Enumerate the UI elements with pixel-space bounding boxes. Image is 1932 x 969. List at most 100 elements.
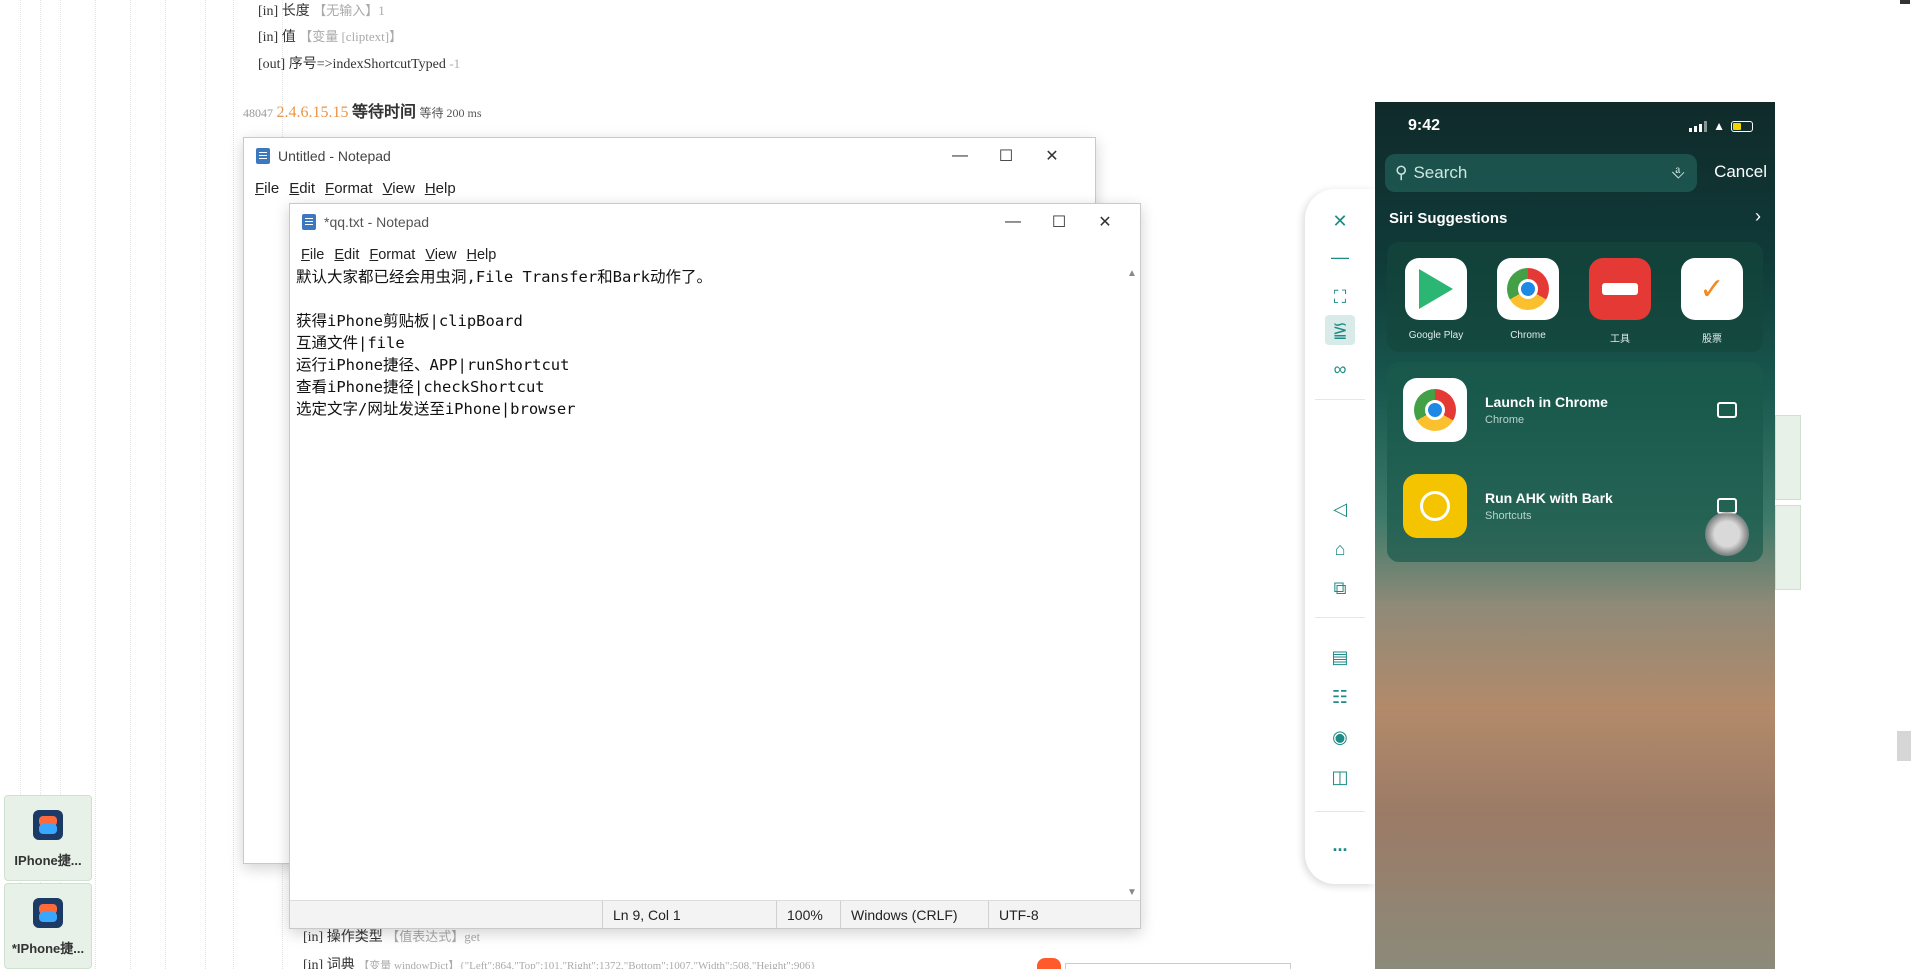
text-area[interactable]: 默认大家都已经会用虫洞,File Transfer和Bark动作了。 获得iPh…: [296, 266, 712, 420]
menu-edit[interactable]: Edit: [289, 180, 315, 197]
close-button[interactable]: ✕: [1029, 138, 1075, 174]
side-panel: [1775, 505, 1801, 590]
red-app[interactable]: [1589, 258, 1651, 320]
back-icon[interactable]: ◁: [1328, 497, 1352, 521]
close-icon[interactable]: ✕: [1328, 209, 1352, 233]
shortcut-action-icon[interactable]: [1717, 402, 1737, 418]
param-hint: 【值表达式】get: [386, 929, 481, 944]
suggestion-row[interactable]: Run AHK with Bark Shortcuts: [1403, 472, 1753, 540]
menu-file[interactable]: File: [255, 180, 279, 197]
menu-help[interactable]: Help: [467, 247, 497, 263]
menu-file[interactable]: File: [301, 247, 324, 263]
zoom-level: 100%: [776, 901, 840, 928]
step-line[interactable]: 48047 2.4.6.15.15 等待时间 等待 200 ms: [243, 98, 482, 122]
step-detail: 等待 200 ms: [419, 106, 482, 120]
mirror-toolbar: ✕ — ⛶ ⪠ ∞ ◁ ⌂ ⧉ ▤ ☷ ◉ ◫ ...: [1305, 189, 1375, 884]
taskbar-tile-iphone-shortcut-modified[interactable]: *IPhone捷...: [4, 883, 92, 969]
battery-icon: [1731, 120, 1753, 132]
maximize-button[interactable]: ☐: [983, 138, 1029, 174]
status-time: 9:42: [1408, 117, 1441, 134]
play-store-app[interactable]: [1405, 258, 1467, 320]
chart-app[interactable]: ✓: [1681, 258, 1743, 320]
more-icon[interactable]: ...: [1328, 833, 1352, 857]
param-tag: [in]: [258, 4, 279, 19]
cancel-button[interactable]: Cancel: [1714, 162, 1767, 182]
vertical-scrollbar[interactable]: ▲ ▼: [1124, 266, 1140, 900]
chart-icon: ✓: [1699, 272, 1725, 306]
suggestion-subtitle: Chrome: [1485, 414, 1525, 426]
chrome-icon: [1507, 268, 1549, 310]
menu-help[interactable]: Help: [425, 180, 456, 197]
editor-line[interactable]: [out] 序号=>indexShortcutTyped -1: [258, 53, 460, 73]
param-hint: 【变量 windowDict】{"Left":864,"Top":101,"Ri…: [358, 960, 816, 969]
folder-icon[interactable]: ◫: [1328, 765, 1352, 789]
cursor-position: Ln 9, Col 1: [602, 901, 776, 928]
app-label: 工具: [1610, 334, 1630, 345]
link-icon[interactable]: ∞: [1328, 357, 1352, 381]
menu-bar: File Edit Format View Help: [244, 175, 1095, 201]
menu-format[interactable]: Format: [325, 180, 373, 197]
window-title: Untitled - Notepad: [278, 148, 391, 164]
param-hint: 【变量 [cliptext]】: [299, 29, 403, 44]
taskbar-tile-iphone-shortcut[interactable]: IPhone捷...: [4, 795, 92, 881]
camera-icon[interactable]: ◉: [1328, 725, 1352, 749]
recent-apps-icon[interactable]: ⧉: [1328, 576, 1352, 600]
red-app-icon: [1602, 283, 1638, 295]
notepad-icon: [302, 214, 316, 230]
input-field[interactable]: [1065, 963, 1291, 969]
indent-guide: [205, 0, 206, 969]
suggestion-row[interactable]: Launch in Chrome Chrome: [1403, 376, 1753, 444]
toolbar-divider: [1315, 617, 1365, 618]
maximize-button[interactable]: ☐: [1036, 204, 1082, 240]
step-title: 等待时间: [352, 104, 417, 121]
chrome-app[interactable]: [1497, 258, 1559, 320]
scroll-up-icon[interactable]: ▲: [1127, 268, 1137, 279]
step-index: 2.4.6.15.15: [276, 104, 349, 121]
status-icons: ▲: [1689, 119, 1753, 133]
phone-search-field[interactable]: ⚲ Search ⎀: [1385, 154, 1697, 192]
editor-line[interactable]: [in] 长度 【无输入】1: [258, 0, 385, 20]
indent-guide: [95, 0, 96, 969]
chrome-icon: [1403, 378, 1467, 442]
storage-icon[interactable]: ▤: [1328, 645, 1352, 669]
suggestion-title: Launch in Chrome: [1485, 394, 1608, 410]
menu-format[interactable]: Format: [369, 247, 415, 263]
page-scroll-thumb[interactable]: [1897, 731, 1911, 761]
suggestion-title: Run AHK with Bark: [1485, 490, 1613, 506]
param-name: 值: [281, 30, 296, 45]
mic-icon[interactable]: ⎀: [1671, 163, 1685, 183]
home-icon[interactable]: ⌂: [1328, 537, 1352, 561]
minimize-icon[interactable]: —: [1328, 245, 1352, 269]
fullscreen-icon[interactable]: ⛶: [1328, 285, 1352, 309]
menu-edit[interactable]: Edit: [334, 247, 359, 263]
editor-line[interactable]: [in] 词典 【变量 windowDict】{"Left":864,"Top"…: [303, 954, 923, 969]
param-name: 序号=>indexShortcutTyped: [288, 57, 446, 72]
chevron-right-icon[interactable]: ›: [1755, 206, 1761, 227]
menu-bar: File Edit Format View Help: [290, 242, 1140, 268]
app-marker-icon: [1037, 958, 1061, 969]
editor-line[interactable]: [in] 值 【变量 [cliptext]】: [258, 26, 402, 46]
indent-guide: [130, 0, 131, 969]
scroll-down-icon[interactable]: ▼: [1127, 887, 1137, 898]
indent-guide: [165, 0, 166, 969]
menu-view[interactable]: View: [383, 180, 415, 197]
menu-view[interactable]: View: [425, 247, 456, 263]
shortcut-app-icon: [33, 810, 63, 840]
side-panel: [1775, 415, 1801, 500]
minimize-button[interactable]: —: [990, 204, 1036, 240]
notepad-window-qq[interactable]: *qq.txt - Notepad — ☐ ✕ File Edit Format…: [289, 203, 1141, 929]
clipboard-icon[interactable]: ☷: [1328, 685, 1352, 709]
minimize-button[interactable]: —: [937, 138, 983, 174]
editor-line[interactable]: [in] 操作类型 【值表达式】get: [303, 926, 480, 946]
assistive-touch-button[interactable]: [1705, 512, 1749, 556]
pin-icon[interactable]: ⪠: [1325, 315, 1355, 345]
phone-screen[interactable]: 9:42 ▲ ⚲ Search ⎀ Cancel Siri Suggestion…: [1375, 102, 1775, 969]
close-button[interactable]: ✕: [1082, 204, 1128, 240]
encoding: UTF-8: [988, 901, 1138, 928]
wifi-icon: ▲: [1713, 119, 1725, 133]
param-tag: [in]: [303, 958, 324, 969]
toolbar-divider: [1315, 811, 1365, 812]
line-ending: Windows (CRLF): [840, 901, 988, 928]
app-label: Google Play: [1408, 330, 1464, 341]
window-title: *qq.txt - Notepad: [324, 214, 430, 230]
